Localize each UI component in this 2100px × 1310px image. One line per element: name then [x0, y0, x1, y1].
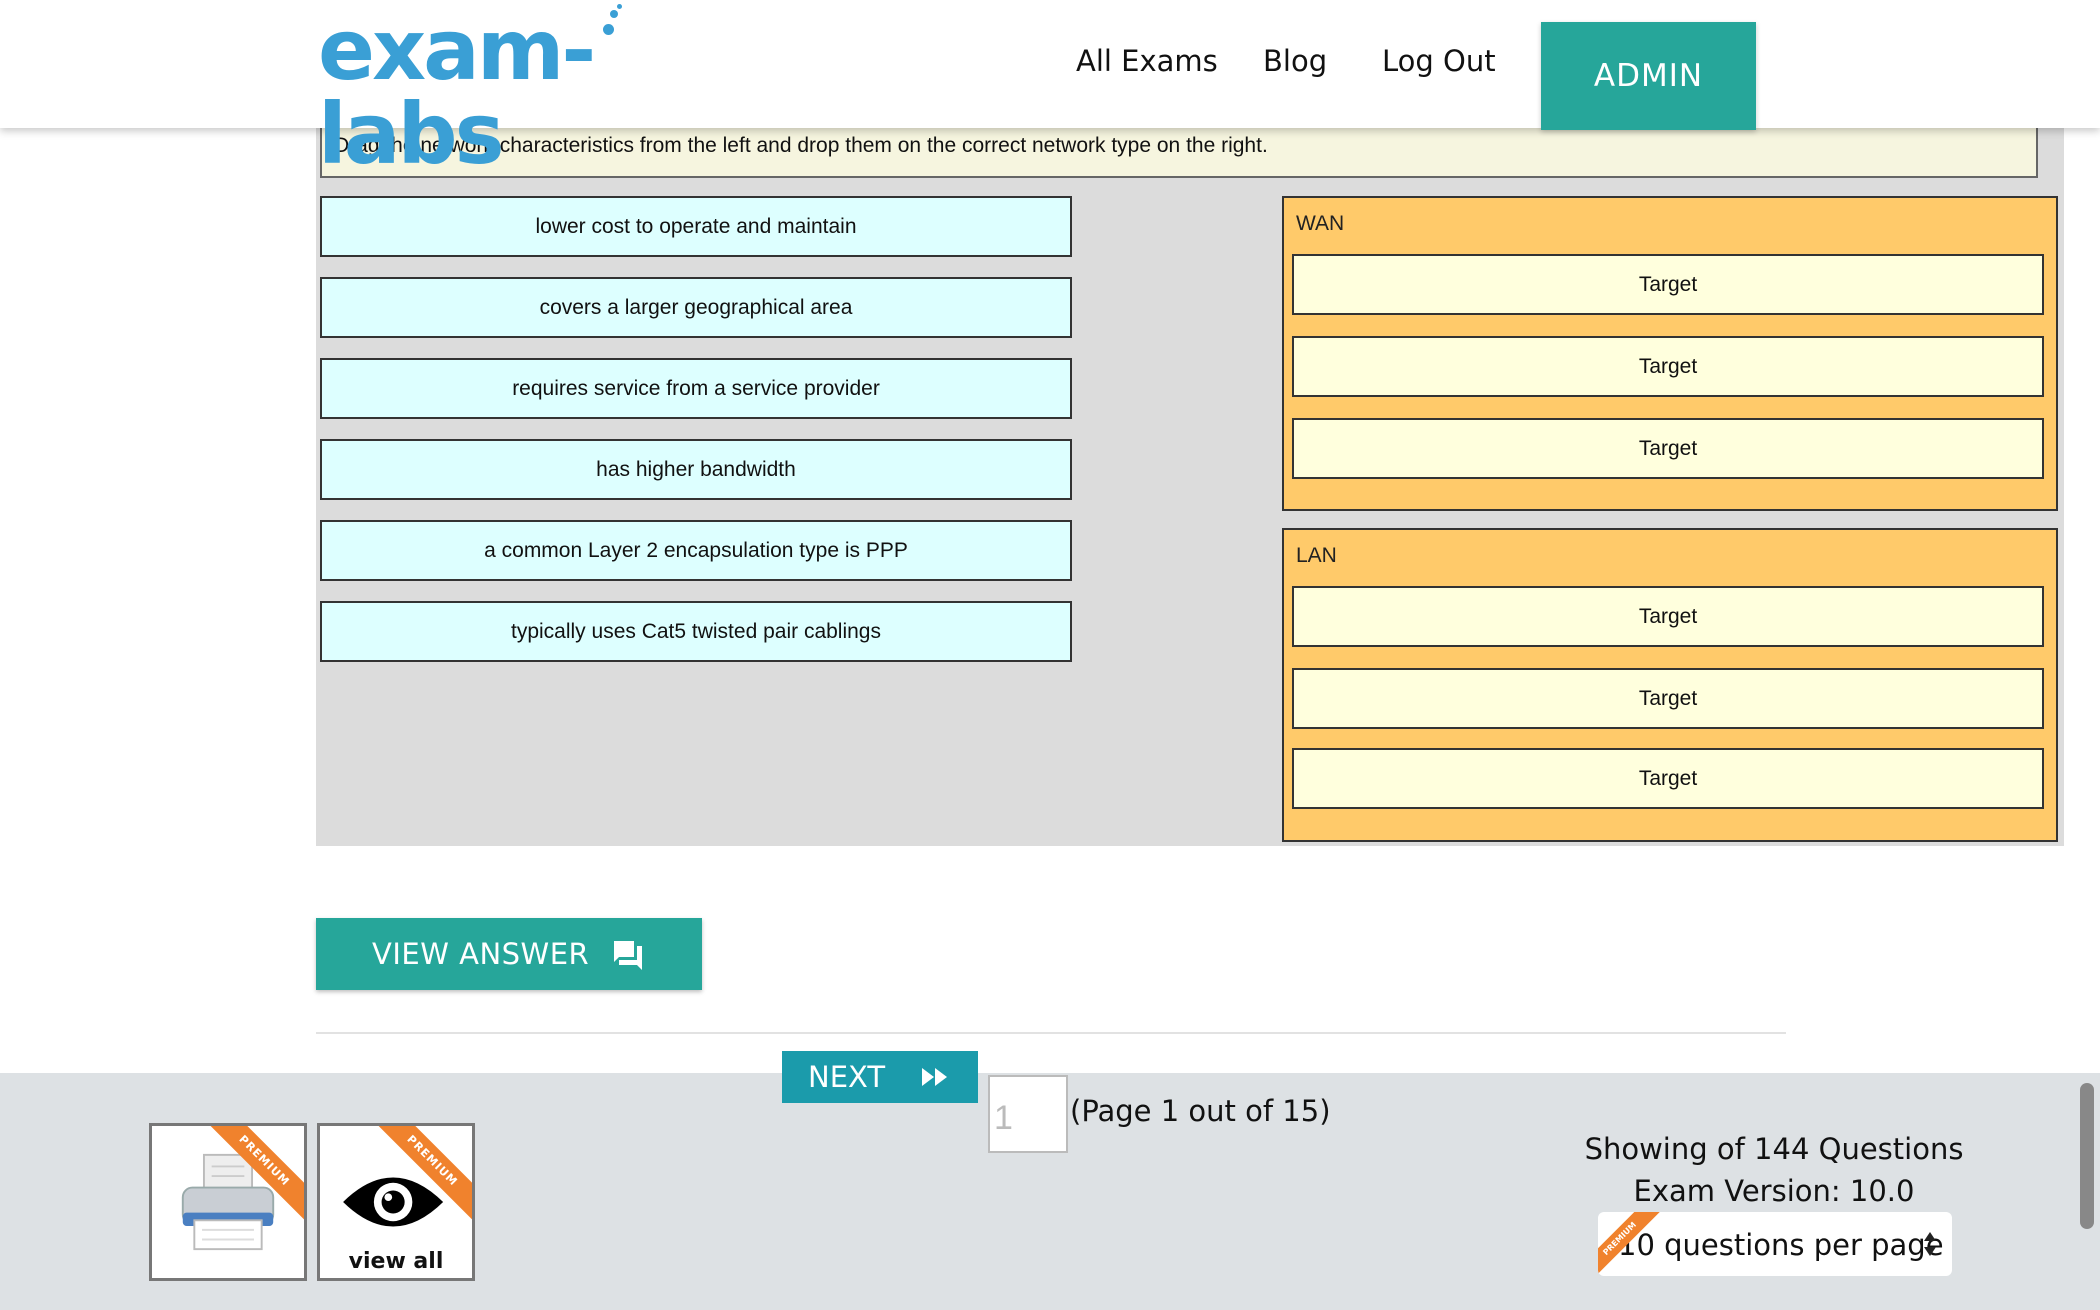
site-logo[interactable]: exam-labs — [318, 4, 688, 176]
site-header: exam-labs All Exams Blog Log Out — [0, 0, 2100, 176]
logo-bubble-icon — [610, 10, 618, 18]
next-button[interactable]: NEXT — [782, 1051, 978, 1103]
drop-target[interactable]: Target — [1292, 254, 2044, 315]
drag-item-source[interactable]: lower cost to operate and maintain — [320, 196, 1072, 257]
drop-target[interactable]: Target — [1292, 668, 2044, 729]
chat-bubbles-icon — [614, 941, 642, 970]
view-all-label: view all — [348, 1249, 444, 1274]
page-count-text: (Page 1 out of 15) — [1070, 1094, 1331, 1128]
logo-text: exam-labs — [318, 1, 596, 183]
question-count-text: Showing of 144 Questions — [1584, 1132, 1964, 1166]
section-divider — [316, 1032, 1786, 1034]
drag-item-source[interactable]: has higher bandwidth — [320, 439, 1072, 500]
view-all-button[interactable]: PREMIUM view all — [317, 1123, 475, 1281]
fast-forward-icon — [922, 1068, 947, 1086]
logo-bubble-icon — [617, 4, 622, 9]
questions-per-page-select[interactable]: 10 questions per page PREMIUM — [1598, 1212, 1952, 1276]
drop-group-title: WAN — [1296, 212, 1345, 235]
drag-item-source[interactable]: covers a larger geographical area — [320, 277, 1072, 338]
page-scrollbar-thumb[interactable] — [2080, 1083, 2094, 1229]
nav-log-out[interactable]: Log Out — [1382, 44, 1496, 78]
drop-target[interactable]: Target — [1292, 336, 2044, 397]
questions-per-page-value: 10 questions per page — [1618, 1228, 1944, 1262]
page-number-input[interactable]: 1 — [988, 1075, 1068, 1153]
drop-target[interactable]: Target — [1292, 748, 2044, 809]
admin-button[interactable]: ADMIN — [1541, 22, 1756, 130]
drag-item-source[interactable]: a common Layer 2 encapsulation type is P… — [320, 520, 1072, 581]
drag-item-source[interactable]: requires service from a service provider — [320, 358, 1072, 419]
exam-version-text: Exam Version: 10.0 — [1633, 1174, 1915, 1208]
nav-blog[interactable]: Blog — [1263, 44, 1327, 78]
drop-group-wan: WAN Target Target Target — [1282, 196, 2058, 511]
view-answer-label: VIEW ANSWER — [372, 937, 590, 971]
print-button[interactable]: PREMIUM — [149, 1123, 307, 1281]
drop-target[interactable]: Target — [1292, 586, 2044, 647]
drop-target[interactable]: Target — [1292, 418, 2044, 479]
drop-group-lan: LAN Target Target Target — [1282, 528, 2058, 842]
logo-bubble-icon — [603, 24, 614, 35]
nav-all-exams[interactable]: All Exams — [1076, 44, 1218, 78]
select-arrows-icon — [1924, 1232, 1936, 1256]
next-label: NEXT — [808, 1060, 886, 1094]
printer-icon — [181, 1153, 275, 1251]
view-answer-button[interactable]: VIEW ANSWER — [316, 918, 702, 990]
drop-group-title: LAN — [1296, 544, 1337, 567]
drag-item-source[interactable]: typically uses Cat5 twisted pair cabling… — [320, 601, 1072, 662]
